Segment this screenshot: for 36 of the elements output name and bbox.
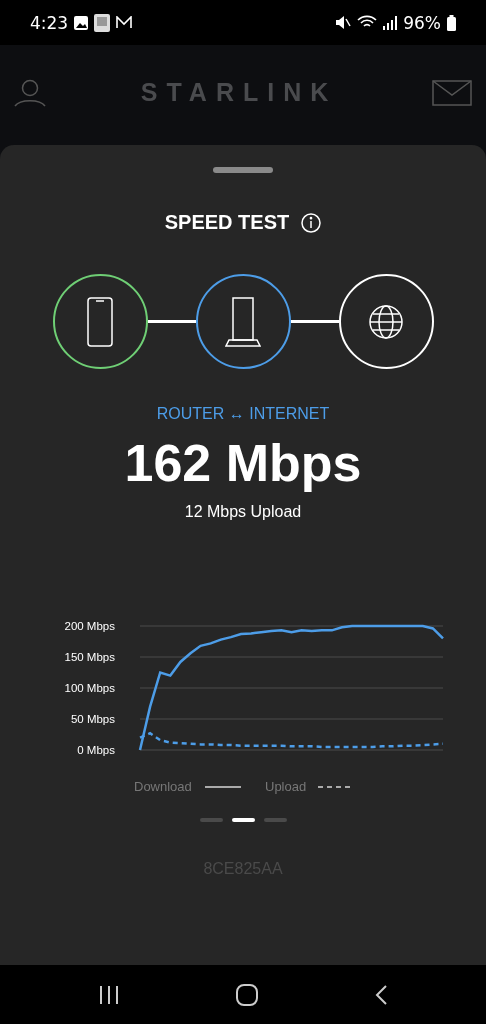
phone-icon	[87, 296, 113, 347]
profile-icon[interactable]	[14, 78, 46, 107]
recent-apps-icon[interactable]	[98, 985, 119, 1004]
legend-label: Upload	[265, 779, 307, 794]
axis-label: 50 Mbps	[70, 713, 115, 725]
globe-node[interactable]	[338, 274, 434, 369]
book-icon	[94, 13, 111, 32]
dashed-line-icon	[317, 786, 353, 788]
battery-icon	[447, 14, 456, 31]
axis-label: 200 Mbps	[64, 620, 115, 632]
page-indicator[interactable]	[231, 818, 255, 822]
phone-node[interactable]	[52, 274, 148, 369]
drag-handle[interactable]	[213, 167, 273, 173]
axis-label: 100 Mbps	[64, 682, 115, 694]
globe-icon	[368, 303, 404, 340]
solid-line-icon	[204, 786, 242, 788]
sheet-title: SPEED TEST	[164, 211, 290, 234]
mail-icon	[116, 16, 133, 29]
clock: 4:23	[30, 12, 69, 33]
router-node[interactable]	[195, 274, 291, 369]
download-speed: 162 Mbps	[124, 433, 362, 493]
battery-level: 96%	[403, 12, 441, 33]
image-icon	[74, 15, 89, 30]
connection-label: ROUTER ↔ INTERNET	[156, 405, 330, 423]
axis-label: 150 Mbps	[64, 651, 115, 663]
back-icon[interactable]	[375, 984, 388, 1005]
mail-icon[interactable]	[432, 79, 472, 106]
signal-icon	[383, 15, 398, 30]
legend-label: Download	[134, 779, 192, 794]
router-icon	[225, 296, 261, 347]
axis-label: 0 Mbps	[77, 744, 115, 756]
home-icon[interactable]	[236, 983, 258, 1006]
info-icon[interactable]	[301, 212, 322, 233]
mute-icon	[335, 15, 352, 30]
upload-speed: 12 Mbps Upload	[184, 503, 302, 521]
app-logo: STARLINK	[140, 78, 338, 107]
